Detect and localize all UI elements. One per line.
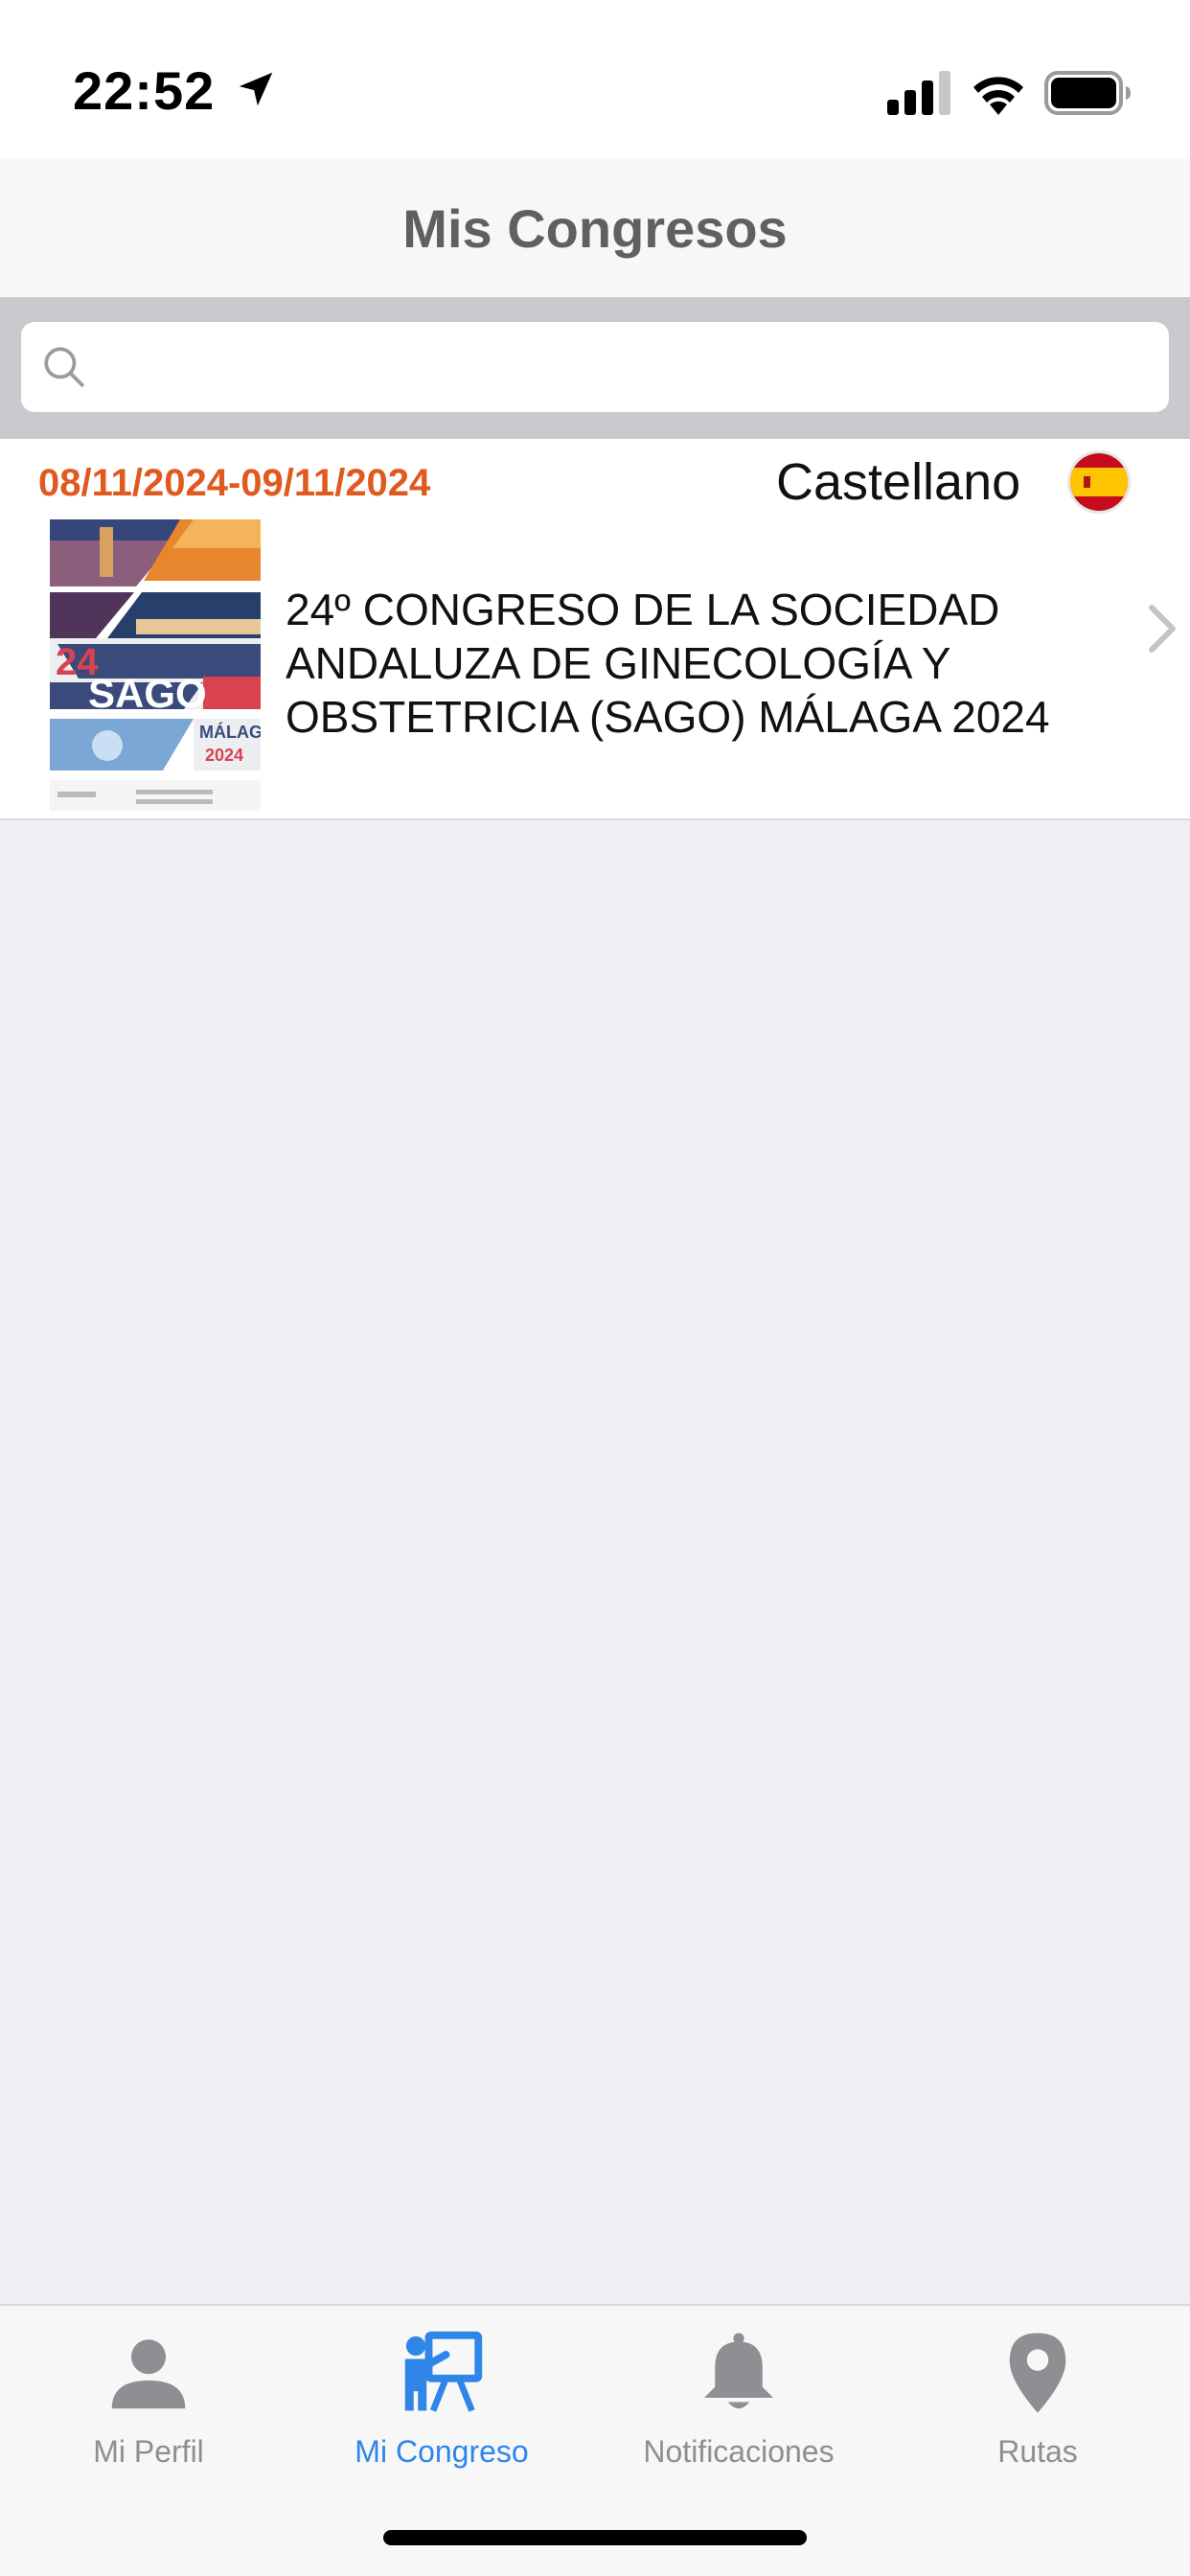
spain-flag-icon bbox=[1067, 450, 1131, 514]
tab-label: Notificaciones bbox=[643, 2434, 835, 2469]
chevron-right-icon bbox=[1149, 605, 1176, 653]
congress-poster-image: 24 SAGO MÁLAGA 2024 bbox=[50, 519, 261, 811]
bell-icon bbox=[704, 2333, 773, 2409]
status-time: 22:52 bbox=[73, 60, 216, 121]
poster-city: MÁLAGA bbox=[199, 722, 261, 742]
tab-label: Mi Perfil bbox=[93, 2434, 204, 2469]
search-box[interactable] bbox=[21, 322, 1169, 412]
tab-notificaciones[interactable]: Notificaciones bbox=[590, 2329, 887, 2482]
cellular-signal-icon bbox=[887, 71, 950, 115]
congress-language: Castellano bbox=[776, 453, 1021, 511]
tab-mi-congreso[interactable]: Mi Congreso bbox=[293, 2329, 590, 2482]
battery-icon bbox=[1044, 71, 1131, 115]
poster-acronym: SAGO bbox=[88, 671, 207, 716]
tab-rutas[interactable]: Rutas bbox=[889, 2329, 1186, 2482]
navigation-bar: Mis Congresos bbox=[0, 159, 1190, 297]
congress-title: 24º CONGRESO DE LA SOCIEDAD ANDALUZA DE … bbox=[286, 585, 1050, 742]
map-pin-icon bbox=[1009, 2333, 1066, 2413]
page-title: Mis Congresos bbox=[402, 197, 788, 259]
status-bar: 22:52 bbox=[0, 0, 1190, 159]
search-icon bbox=[44, 347, 84, 387]
home-indicator[interactable] bbox=[383, 2530, 807, 2545]
wifi-icon bbox=[973, 77, 1023, 115]
search-input[interactable] bbox=[102, 322, 1146, 412]
tab-mi-perfil[interactable]: Mi Perfil bbox=[0, 2329, 297, 2482]
presentation-icon bbox=[404, 2331, 483, 2412]
congress-list-item[interactable]: 08/11/2024-09/11/2024 Castellano 24 SAGO… bbox=[0, 439, 1190, 820]
poster-year: 2024 bbox=[205, 746, 243, 765]
tab-label: Mi Congreso bbox=[355, 2434, 529, 2469]
congress-dates: 08/11/2024-09/11/2024 bbox=[38, 462, 431, 504]
location-arrow-icon bbox=[239, 72, 273, 106]
search-bar bbox=[0, 297, 1190, 439]
tab-label: Rutas bbox=[997, 2434, 1078, 2469]
person-icon bbox=[111, 2339, 186, 2409]
